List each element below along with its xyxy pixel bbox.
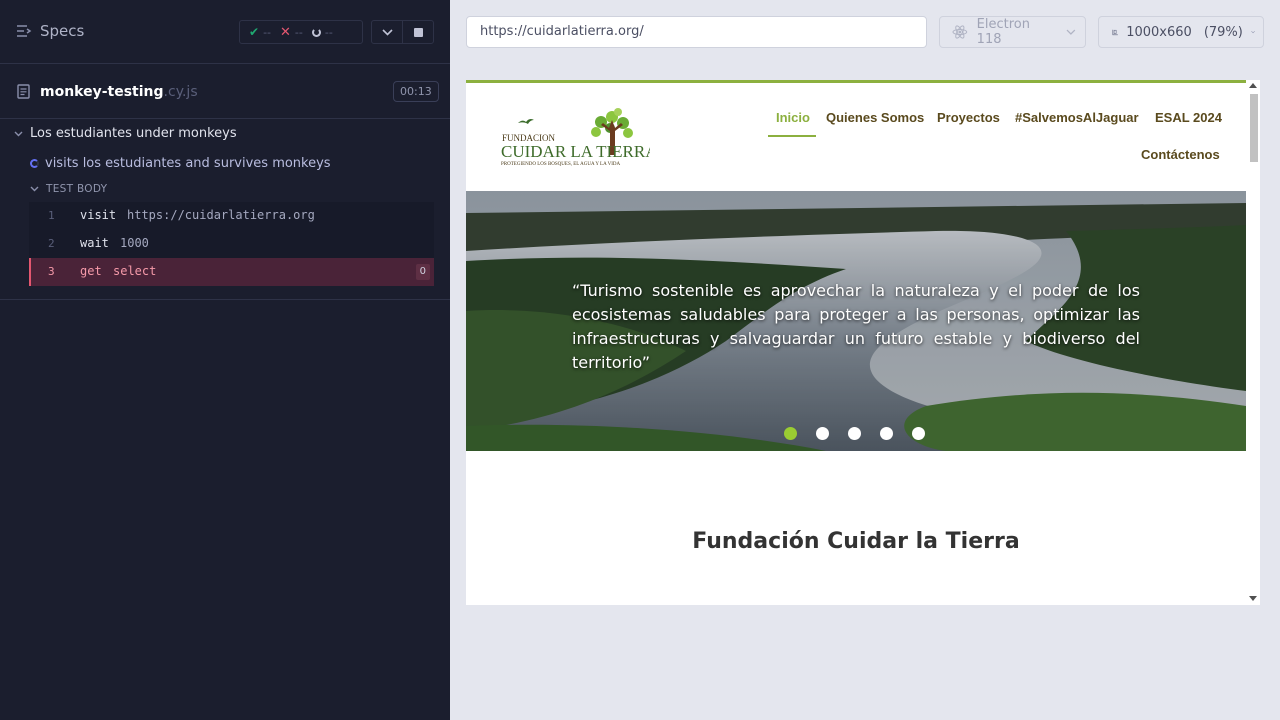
chevron-down-icon <box>1251 30 1255 34</box>
pending-stat: -- <box>311 25 333 39</box>
browser-selector[interactable]: Electron 118 <box>939 16 1086 48</box>
stop-button[interactable] <box>402 21 433 43</box>
viewport-selector[interactable]: 1000x660 (79%) <box>1098 16 1264 48</box>
slide-dot-2[interactable] <box>816 427 829 440</box>
logo-tagline: PROTEGIENDO LOS BOSQUES, EL AGUA Y LA VI… <box>501 162 620 167</box>
command-message: 1000 <box>120 236 149 250</box>
nav-contactenos[interactable]: Contáctenos <box>1141 147 1220 162</box>
slider-pagination <box>784 427 925 440</box>
collapse-all-button[interactable] <box>372 21 402 43</box>
passed-stat: ✔ -- <box>249 25 271 39</box>
spec-name-text: monkey-testing <box>40 84 164 100</box>
test-title-row[interactable]: visits los estudiantes and survives monk… <box>30 156 331 171</box>
spec-duration: 00:13 <box>393 81 439 102</box>
x-icon: ✕ <box>280 24 291 40</box>
command-name: get <box>80 264 102 278</box>
stop-icon <box>413 27 423 37</box>
viewport-scale: (79%) <box>1203 24 1243 40</box>
command-number: 2 <box>48 237 55 250</box>
specs-toggle-button[interactable]: Specs <box>16 22 84 40</box>
suite-title: Los estudiantes under monkeys <box>30 126 237 141</box>
fundacion-cuidar-la-tierra-logo[interactable]: FUNDACION CUIDAR LA TIERRA PROTEGIENDO L… <box>500 103 650 169</box>
nav-esal-2024[interactable]: ESAL 2024 <box>1155 110 1222 125</box>
check-icon: ✔ <box>249 25 260 39</box>
viewport-size: 1000x660 <box>1126 24 1192 40</box>
browser-name: Electron 118 <box>976 17 1030 47</box>
pending-count: -- <box>324 25 333 39</box>
command-number: 3 <box>48 265 55 278</box>
ruler-icon <box>1112 29 1118 35</box>
spec-file-extension: .cy.js <box>163 84 198 100</box>
command-row-wait[interactable]: 2 wait 1000 <box>29 230 434 258</box>
failed-stat: ✕ -- <box>280 25 303 40</box>
test-title: visits los estudiantes and survives monk… <box>45 156 331 171</box>
scroll-up-arrow-icon[interactable] <box>1249 83 1257 88</box>
slide-dot-3[interactable] <box>848 427 861 440</box>
slide-dot-4[interactable] <box>880 427 893 440</box>
electron-icon <box>952 25 968 39</box>
hero-quote: “Turismo sostenible es aprovechar la nat… <box>572 281 1140 372</box>
nav-inicio[interactable]: Inicio <box>776 110 810 125</box>
nav-salvemos-al-jaguar[interactable]: #SalvemosAlJaguar <box>1015 110 1139 125</box>
passed-count: -- <box>263 25 272 39</box>
test-body-label: TEST BODY <box>46 183 108 195</box>
pending-circle-icon <box>311 27 321 37</box>
nav-active-indicator <box>768 135 816 137</box>
command-number: 1 <box>48 209 55 222</box>
failed-count: -- <box>294 25 303 39</box>
command-name: wait <box>80 236 109 250</box>
file-icon <box>17 84 30 99</box>
command-row-get[interactable]: 3 get select 0 <box>29 258 434 286</box>
chevron-down-icon <box>14 131 23 136</box>
logo-main-text: CUIDAR LA TIERRA <box>501 142 650 161</box>
test-stats: ✔ -- ✕ -- -- <box>239 20 363 44</box>
slide-dot-5[interactable] <box>912 427 925 440</box>
command-row-visit[interactable]: 1 visit https://cuidarlatierra.org <box>29 202 434 230</box>
scroll-thumb[interactable] <box>1250 94 1258 162</box>
specs-list-icon <box>17 25 32 37</box>
command-list: 1 visit https://cuidarlatierra.org 2 wai… <box>29 202 434 286</box>
frame-scrollbar[interactable] <box>1246 80 1260 605</box>
url-bar[interactable]: https://cuidarlatierra.org/ <box>466 16 927 48</box>
command-message: select <box>113 264 157 278</box>
divider <box>0 299 450 300</box>
test-body-toggle[interactable]: TEST BODY <box>30 183 107 195</box>
command-message: https://cuidarlatierra.org <box>127 208 315 222</box>
command-log-panel: Specs ✔ -- ✕ -- -- monkey-testing.cy.js … <box>0 0 450 720</box>
section-title: Fundación Cuidar la Tierra <box>692 529 1020 554</box>
slide-dot-1[interactable] <box>784 427 797 440</box>
scroll-down-arrow-icon[interactable] <box>1249 596 1257 601</box>
suite-title-row[interactable]: Los estudiantes under monkeys <box>14 126 237 141</box>
run-controls <box>371 20 434 44</box>
nav-quienes-somos[interactable]: Quienes Somos <box>826 110 924 125</box>
specs-label: Specs <box>40 22 85 40</box>
chevron-down-icon <box>30 186 39 192</box>
application-frame: FUNDACION CUIDAR LA TIERRA PROTEGIENDO L… <box>466 80 1246 605</box>
running-spinner-icon <box>30 159 39 168</box>
chevron-down-icon <box>1066 29 1076 35</box>
chevron-down-icon <box>382 28 393 36</box>
nav-proyectos[interactable]: Proyectos <box>937 110 1000 125</box>
reporter-header: Specs ✔ -- ✕ -- -- <box>0 0 450 64</box>
spec-file-name[interactable]: monkey-testing.cy.js <box>40 84 198 100</box>
command-name: visit <box>80 208 117 222</box>
hero-slider[interactable]: “Turismo sostenible es aprovechar la nat… <box>466 191 1246 451</box>
app-preview: https://cuidarlatierra.org/ Electron 118… <box>450 0 1280 720</box>
element-count-badge: 0 <box>415 264 430 280</box>
